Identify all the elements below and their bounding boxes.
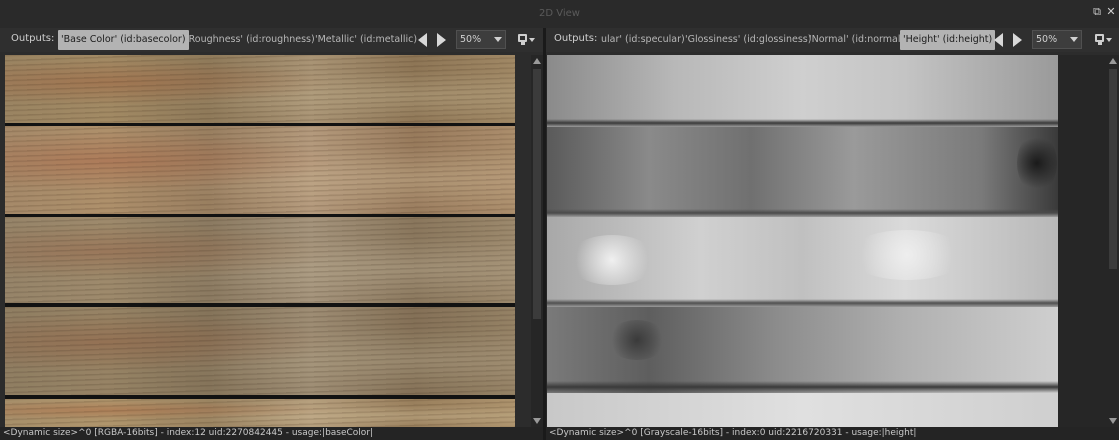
basecolor-texture bbox=[5, 55, 515, 427]
restore-window-icon[interactable]: ⧉ bbox=[1091, 6, 1103, 18]
tab-specular[interactable]: ular' (id:specular) bbox=[598, 30, 688, 50]
zoom-select[interactable]: 50% bbox=[456, 30, 506, 49]
arrow-right-icon[interactable] bbox=[1013, 33, 1022, 47]
left-vertical-scrollbar[interactable] bbox=[531, 55, 543, 427]
arrow-left-icon[interactable] bbox=[418, 33, 427, 47]
tab-glossiness[interactable]: 'Glossiness' (id:glossiness) bbox=[682, 30, 814, 50]
arrow-left-icon[interactable] bbox=[994, 33, 1003, 47]
zoom-select[interactable]: 50% bbox=[1032, 30, 1082, 49]
close-icon[interactable]: ✕ bbox=[1105, 6, 1117, 18]
scroll-down-icon[interactable] bbox=[1109, 418, 1117, 424]
chevron-down-icon bbox=[1070, 37, 1078, 42]
tab-basecolor[interactable]: 'Base Color' (id:basecolor) bbox=[58, 30, 189, 50]
monitor-icon[interactable] bbox=[1094, 32, 1112, 47]
right-vertical-scrollbar[interactable] bbox=[1107, 55, 1119, 427]
height-texture bbox=[547, 55, 1058, 427]
basecolor-viewport[interactable] bbox=[0, 55, 531, 427]
chevron-down-icon bbox=[494, 37, 502, 42]
outputs-label: Outputs: bbox=[11, 33, 55, 44]
scroll-down-icon[interactable] bbox=[533, 418, 541, 424]
left-status-bar: <Dynamic size>^0 [RGBA-16bits] - index:1… bbox=[0, 427, 543, 440]
tab-metallic[interactable]: 'Metallic' (id:metallic) bbox=[312, 30, 420, 50]
tab-roughness[interactable]: 'Roughness' (id:roughness) bbox=[183, 30, 318, 50]
outputs-label: Outputs: bbox=[554, 33, 598, 44]
scroll-up-icon[interactable] bbox=[533, 58, 541, 64]
arrow-right-icon[interactable] bbox=[437, 33, 446, 47]
right-status-bar: <Dynamic size>^0 [Grayscale-16bits] - in… bbox=[546, 427, 1119, 440]
zoom-value: 50% bbox=[460, 34, 482, 45]
right-toolbar: Outputs: ular' (id:specular) 'Glossiness… bbox=[546, 28, 1119, 52]
left-toolbar: Outputs: 'Base Color' (id:basecolor) 'Ro… bbox=[0, 28, 543, 52]
scroll-thumb[interactable] bbox=[533, 69, 541, 319]
monitor-icon[interactable] bbox=[517, 32, 535, 47]
scroll-up-icon[interactable] bbox=[1109, 58, 1117, 64]
tab-height[interactable]: 'Height' (id:height) bbox=[900, 30, 996, 50]
left-view-panel: Outputs: 'Base Color' (id:basecolor) 'Ro… bbox=[0, 28, 543, 440]
window-title: 2D View bbox=[539, 8, 580, 19]
zoom-value: 50% bbox=[1036, 34, 1058, 45]
scroll-thumb[interactable] bbox=[1109, 69, 1117, 269]
tab-normal[interactable]: 'Normal' (id:normal) bbox=[806, 30, 907, 50]
title-bar: 2D View ⧉ ✕ bbox=[0, 0, 1119, 28]
